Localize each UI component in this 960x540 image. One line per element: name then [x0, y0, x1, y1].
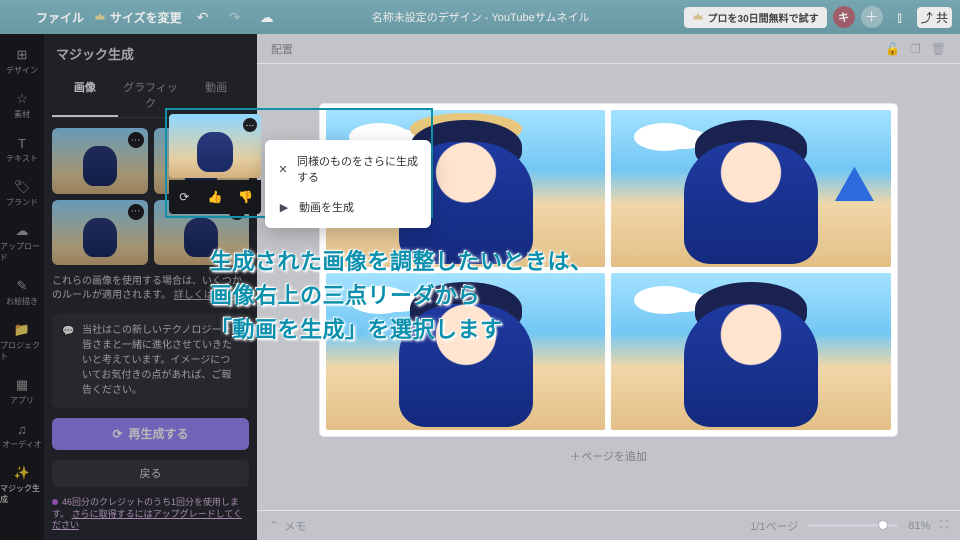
more-icon[interactable]: ⋯: [128, 204, 144, 220]
chevron-up-icon[interactable]: ⌃: [269, 519, 278, 532]
thumbs-down-icon[interactable]: 👎: [239, 190, 253, 204]
audio-icon: ♫: [13, 420, 31, 438]
selected-thumb[interactable]: ⋯: [169, 114, 261, 178]
avatar[interactable]: キ: [833, 6, 855, 28]
stage-toolbar: 配置 🔓 ❐ 🗑: [257, 34, 960, 64]
page-indicator[interactable]: 1/1ページ: [750, 518, 798, 534]
rail-item-magic[interactable]: ✨マジック生成: [0, 460, 44, 509]
add-page-button[interactable]: ＋ページを追加: [320, 442, 896, 470]
brand-icon: 🏷: [13, 178, 31, 196]
chart-icon[interactable]: ⫾: [889, 6, 911, 28]
shuffle-icon: ✕: [277, 163, 289, 176]
resize-menu[interactable]: サイズを変更: [94, 9, 182, 26]
unlock-icon[interactable]: 🔓: [885, 42, 900, 56]
rail-item-projects[interactable]: 📁プロジェクト: [0, 317, 44, 366]
speech-icon: 💬: [62, 324, 76, 398]
redo-icon[interactable]: ↷: [224, 6, 246, 28]
cloud-sync-icon[interactable]: ☁: [256, 6, 278, 28]
more-icon[interactable]: ⋯: [128, 132, 144, 148]
memo-button[interactable]: メモ: [284, 518, 306, 534]
refresh-icon: ⟳: [112, 427, 122, 441]
file-menu[interactable]: ファイル: [36, 9, 84, 26]
canvas-image[interactable]: [611, 273, 890, 430]
share-button[interactable]: ⤴ 共: [917, 7, 952, 28]
tutorial-caption: 生成された画像を調整したいときは、 画像右上の三点リーダから 「動画を生成」を選…: [210, 245, 593, 347]
apps-icon: ▦: [13, 376, 31, 394]
more-icon[interactable]: ⋯: [243, 118, 257, 132]
zoom-slider[interactable]: [808, 524, 898, 527]
rail-item-audio[interactable]: ♫オーディオ: [0, 416, 44, 454]
add-button[interactable]: ＋: [861, 6, 883, 28]
credit-note: 46回分のクレジットのうち1回分を使用します。 さらに取得するにはアップグレード…: [52, 497, 249, 532]
design-icon: ⊞: [13, 46, 31, 64]
rail-item-elements[interactable]: ☆素材: [0, 86, 44, 124]
rail-item-brand[interactable]: 🏷ブランド: [0, 174, 44, 212]
topbar: ファイル サイズを変更 ↶ ↷ ☁ 名称未設定のデザイン - YouTubeサム…: [0, 0, 960, 34]
undo-icon[interactable]: ↶: [192, 6, 214, 28]
thumb-actions: ⟳ 👍 👎: [169, 180, 261, 214]
text-icon: T: [13, 134, 31, 152]
regen-thumb-icon[interactable]: ⟳: [177, 190, 191, 204]
panel-title: マジック生成: [52, 44, 249, 63]
ctx-generate-similar[interactable]: ✕ 同様のものをさらに生成する: [265, 146, 431, 192]
back-button[interactable]: 戻る: [52, 460, 249, 487]
canvas-image[interactable]: [611, 110, 890, 267]
thumbs-up-icon[interactable]: 👍: [208, 190, 222, 204]
rail-item-text[interactable]: Tテキスト: [0, 130, 44, 168]
try-pro-button[interactable]: プロを30日間無料で試す: [684, 7, 827, 28]
rail-item-draw[interactable]: ✎お絵描き: [0, 273, 44, 311]
rail-item-apps[interactable]: ▦アプリ: [0, 372, 44, 410]
fullscreen-icon[interactable]: ⛶: [940, 519, 948, 532]
regenerate-button[interactable]: ⟳ 再生成する: [52, 418, 249, 449]
video-icon: ▶: [277, 201, 291, 214]
copy-page-icon[interactable]: ❐: [910, 42, 921, 56]
star-icon: ☆: [13, 90, 31, 108]
menu-icon[interactable]: [8, 10, 26, 24]
sparkle-icon: ✨: [13, 464, 31, 482]
draw-icon: ✎: [13, 277, 31, 295]
crown-icon: [692, 11, 704, 23]
rail-item-design[interactable]: ⊞デザイン: [0, 42, 44, 80]
crown-icon: [94, 11, 106, 23]
folder-icon: 📁: [13, 321, 31, 339]
dot-icon: [52, 499, 58, 505]
tab-image[interactable]: 画像: [52, 73, 118, 117]
stage-footer: ⌃ メモ 1/1ページ 81% ⛶: [257, 510, 960, 540]
upload-icon: ☁: [13, 222, 31, 240]
rail-item-upload[interactable]: ☁アップロード: [0, 218, 44, 267]
generated-thumb[interactable]: ⋯: [52, 128, 148, 194]
document-title[interactable]: 名称未設定のデザイン - YouTubeサムネイル: [288, 9, 674, 25]
trash-icon[interactable]: 🗑: [931, 42, 946, 56]
arrange-label[interactable]: 配置: [271, 41, 293, 57]
tutorial-highlight: ⋯ ⟳ 👍 👎 ✕ 同様のものをさらに生成する ▶ 動画を生成: [165, 108, 433, 218]
generated-thumb[interactable]: ⋯: [52, 200, 148, 266]
context-menu: ✕ 同様のものをさらに生成する ▶ 動画を生成: [265, 140, 431, 228]
left-rail: ⊞デザイン ☆素材 Tテキスト 🏷ブランド ☁アップロード ✎お絵描き 📁プロジ…: [0, 34, 44, 540]
zoom-value[interactable]: 81%: [908, 520, 930, 532]
ctx-make-video[interactable]: ▶ 動画を生成: [265, 192, 431, 222]
upgrade-link[interactable]: さらに取得するにはアップグレードしてください: [52, 509, 242, 531]
